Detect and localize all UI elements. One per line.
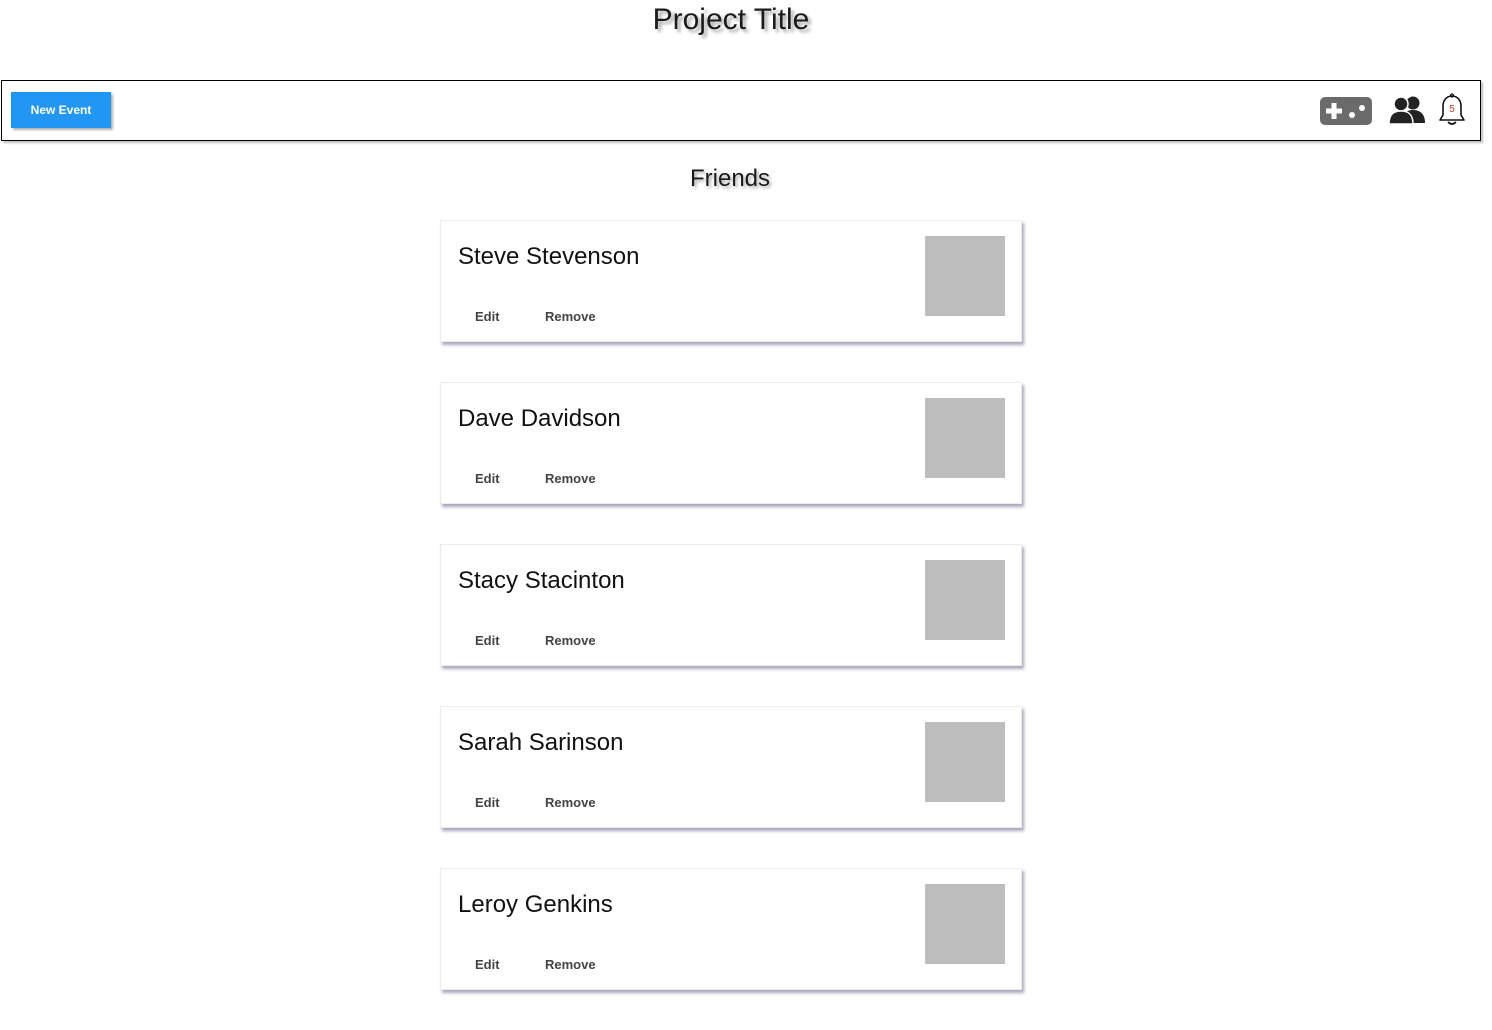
avatar	[925, 398, 1005, 478]
app-title: Project Title	[652, 3, 810, 36]
friend-name: Steve Stevenson	[458, 243, 640, 270]
friends-icon[interactable]	[1388, 95, 1426, 125]
friend-card: Dave Davidson Edit Remove	[440, 382, 1022, 504]
notification-count-badge: 5	[1449, 104, 1455, 115]
edit-button[interactable]: Edit	[475, 471, 500, 486]
gamepad-icon[interactable]	[1320, 97, 1372, 125]
bell-icon[interactable]: 5	[1438, 93, 1466, 127]
friend-card: Leroy Genkins Edit Remove	[440, 868, 1022, 990]
avatar	[925, 236, 1005, 316]
edit-button[interactable]: Edit	[475, 633, 500, 648]
toolbar: New Event 5	[1, 80, 1481, 141]
friend-name: Stacy Stacinton	[458, 567, 625, 594]
friend-card: Stacy Stacinton Edit Remove	[440, 544, 1022, 666]
avatar	[925, 884, 1005, 964]
avatar	[925, 722, 1005, 802]
friend-name: Sarah Sarinson	[458, 729, 624, 756]
friend-card: Sarah Sarinson Edit Remove	[440, 706, 1022, 828]
edit-button[interactable]: Edit	[475, 309, 500, 324]
edit-button[interactable]: Edit	[475, 795, 500, 810]
remove-button[interactable]: Remove	[545, 471, 596, 486]
remove-button[interactable]: Remove	[545, 309, 596, 324]
friend-name: Dave Davidson	[458, 405, 621, 432]
remove-button[interactable]: Remove	[545, 633, 596, 648]
friend-name: Leroy Genkins	[458, 891, 613, 918]
friend-card: Steve Stevenson Edit Remove	[440, 220, 1022, 342]
remove-button[interactable]: Remove	[545, 957, 596, 972]
friend-list: Steve Stevenson Edit Remove Dave Davidso…	[440, 220, 1022, 1030]
remove-button[interactable]: Remove	[545, 795, 596, 810]
avatar	[925, 560, 1005, 640]
friends-heading: Friends	[689, 165, 771, 192]
edit-button[interactable]: Edit	[475, 957, 500, 972]
new-event-button[interactable]: New Event	[11, 92, 111, 128]
